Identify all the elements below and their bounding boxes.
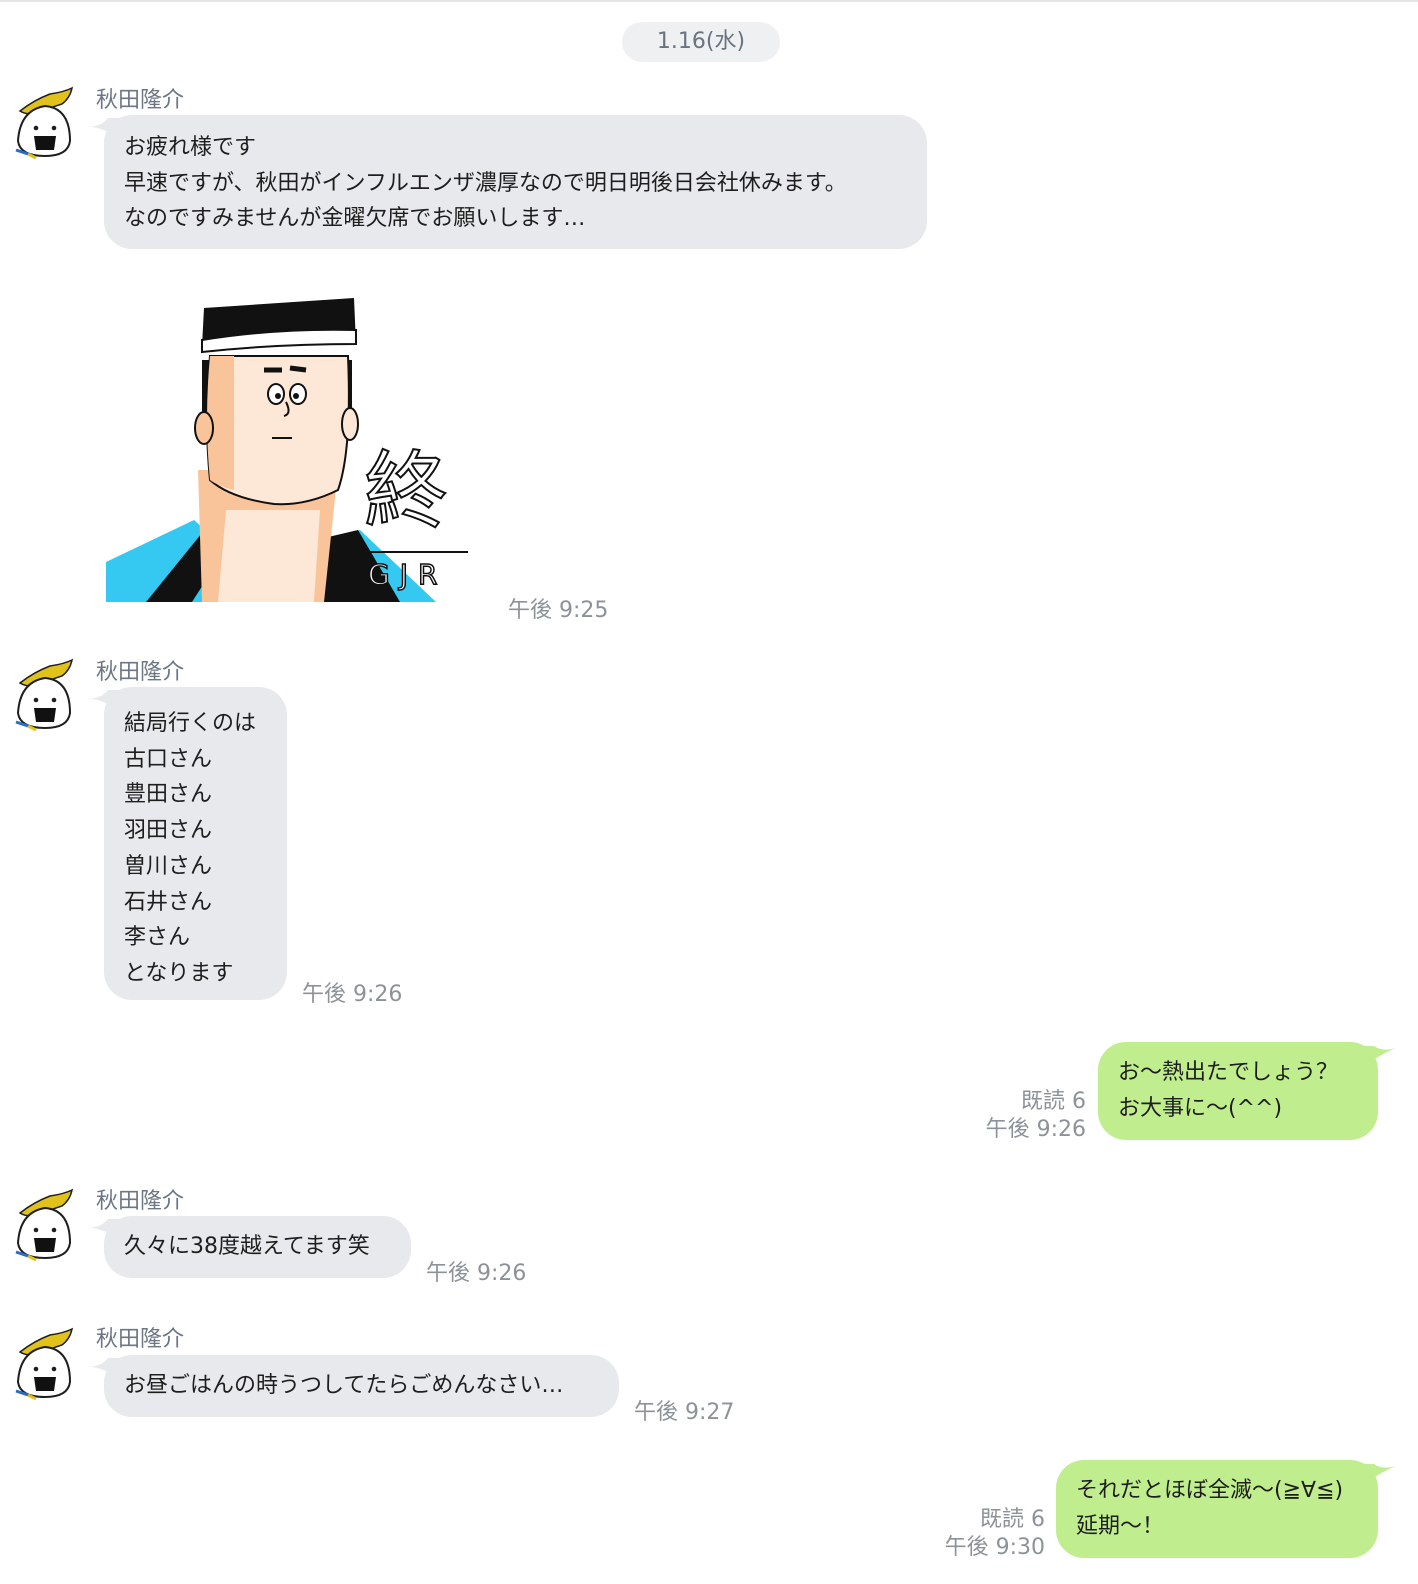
message-bubble[interactable]: 久々に38度越えてます笑 bbox=[104, 1216, 411, 1278]
sender-avatar-icon[interactable] bbox=[10, 1188, 80, 1264]
message-time: 午後 9:26 bbox=[302, 982, 403, 1007]
message-line: 羽田さん bbox=[124, 818, 213, 844]
bubble-tail bbox=[1356, 1464, 1396, 1492]
message-bubble[interactable]: お昼ごはんの時うつしてたらごめんなさい… bbox=[104, 1355, 619, 1417]
message-line: お〜熱出たでしょう？ bbox=[1118, 1060, 1339, 1085]
read-receipt: 既読 6 bbox=[1021, 1089, 1086, 1114]
message-line: なのですみませんが金曜欠席でお願いします… bbox=[124, 206, 586, 232]
read-receipt: 既読 6 bbox=[980, 1507, 1045, 1532]
message-line: 延期〜！ bbox=[1076, 1513, 1165, 1539]
message-bubble[interactable]: お〜熱出たでしょう？ お大事に〜(^^) bbox=[1098, 1042, 1378, 1140]
message-time: 午後 9:27 bbox=[634, 1400, 735, 1425]
message-line: 石井さん bbox=[124, 889, 213, 915]
message-line: それだとほぼ全滅〜(≧∀≦) bbox=[1076, 1478, 1344, 1503]
sender-avatar-icon[interactable] bbox=[10, 86, 80, 162]
message-line: 豊田さん bbox=[124, 782, 213, 808]
message-time: 午後 9:26 bbox=[985, 1117, 1086, 1142]
message-line: お疲れ様です bbox=[124, 135, 257, 160]
message-line: 結局行くのは bbox=[124, 711, 257, 736]
sticker-kanji: 終 bbox=[364, 442, 448, 540]
sticker-caption: GJR bbox=[368, 558, 447, 591]
bubble-tail bbox=[1356, 1046, 1396, 1074]
sender-name: 秋田隆介 bbox=[96, 1189, 185, 1214]
sender-name: 秋田隆介 bbox=[96, 660, 185, 685]
message-line: となります bbox=[124, 960, 234, 986]
message-line: 久々に38度越えてます笑 bbox=[124, 1234, 370, 1259]
message-time: 午後 9:25 bbox=[508, 598, 609, 623]
message-line: 李さん bbox=[124, 925, 191, 951]
message-time: 午後 9:26 bbox=[426, 1261, 527, 1286]
date-separator: 1.16(水) bbox=[622, 22, 780, 62]
sender-avatar-icon[interactable] bbox=[10, 1327, 80, 1403]
message-line: 曽川さん bbox=[124, 853, 213, 879]
sender-name: 秋田隆介 bbox=[96, 88, 185, 113]
message-line: 古口さん bbox=[124, 746, 213, 772]
message-line: 早速ですが、秋田がインフルエンザ濃厚なので明日明後日会社休みます。 bbox=[124, 170, 847, 196]
message-bubble[interactable]: それだとほぼ全滅〜(≧∀≦) 延期〜！ bbox=[1056, 1460, 1378, 1558]
message-line: お大事に〜(^^) bbox=[1118, 1095, 1283, 1121]
message-time: 午後 9:30 bbox=[944, 1535, 1045, 1560]
festival-man-sticker[interactable]: 終 GJR bbox=[106, 290, 470, 602]
message-line: お昼ごはんの時うつしてたらごめんなさい… bbox=[124, 1373, 564, 1398]
top-divider bbox=[0, 0, 1418, 2]
message-bubble[interactable]: 結局行くのは 古口さん 豊田さん 羽田さん 曽川さん 石井さん 李さん となりま… bbox=[104, 687, 287, 1000]
message-meta: 既読 6 午後 9:30 bbox=[945, 1506, 1045, 1562]
sender-avatar-icon[interactable] bbox=[10, 658, 80, 734]
message-bubble[interactable]: お疲れ様です 早速ですが、秋田がインフルエンザ濃厚なので明日明後日会社休みます。… bbox=[104, 115, 927, 249]
sender-name: 秋田隆介 bbox=[96, 1327, 185, 1352]
message-meta: 既読 6 午後 9:26 bbox=[986, 1088, 1086, 1144]
